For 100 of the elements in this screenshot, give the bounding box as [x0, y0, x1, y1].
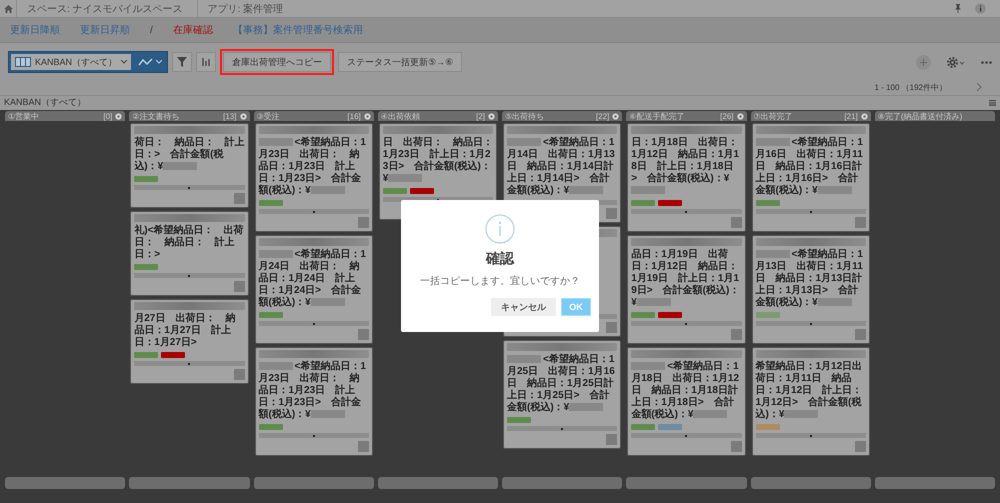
thumbnail-placeholder — [234, 369, 244, 380]
thumbnail-placeholder — [358, 217, 369, 228]
kanban-title: KANBAN（すべて） — [4, 96, 88, 109]
blurred-text — [258, 362, 292, 370]
card-text: <希望納品日：1月18日 出荷日：1月12日 納品日：1月18日計上日：1月18日> 合計金額(税込)：¥ — [631, 361, 740, 421]
card-text: 日：1月18日 出荷日：1月12日 納品日：1月18日 計上日：1月18日> 合計金額(税込)：¥ — [631, 137, 742, 197]
blurred-text — [756, 138, 790, 146]
grid-icon — [15, 57, 31, 67]
thumbnail-placeholder — [606, 322, 618, 333]
card-text: <希望納品日：1月14日 出荷日：1月13日 納品日：1月14日計上日：1月14日> 合計金額(税込)：¥ — [507, 137, 616, 197]
blurred-amount — [784, 410, 818, 418]
card-text: <希望納品日：1月23日 出荷日： 納品日：1月23日 計上日：1月23日> 合計金額(税込)：¥ — [258, 137, 367, 197]
card-text: 月27日 出荷日： 納品日：1月27日 計上日：1月27日> — [134, 313, 236, 349]
blurred-amount — [310, 298, 345, 306]
kanban-card[interactable]: <希望納品日：1月18日 出荷日：1月12日 納品日：1月18日計上日：1月18日> 合計金額(税込)：¥ — [627, 347, 746, 456]
blurred-text — [756, 250, 790, 258]
home-icon[interactable] — [4, 4, 12, 12]
thumbnail-placeholder — [606, 434, 618, 445]
blurred-text — [258, 138, 292, 146]
column-title: ③受注 — [256, 110, 281, 122]
kanban-card[interactable]: <希望納品日：1月16日 出荷日：1月11日 納品日：1月16日計上日：1月16日> 合計金額(税込)：¥ — [752, 123, 870, 232]
settings-icon[interactable] — [612, 112, 620, 120]
kanban-card[interactable]: <希望納品日：1月13日 出荷日：1月11日 納品日：1月13日計上日：1月13日> 合計金額(税込)：¥ — [752, 235, 870, 344]
kanban-card[interactable]: <希望納品日：1月23日 出荷日： 納品日：1月23日 計上日：1月23日> 合計金額(税込)：¥ — [254, 123, 373, 232]
pin-icon[interactable] — [955, 4, 961, 13]
toolbar-button[interactable]: ステータス一括更新⑤→⑥ — [338, 52, 462, 72]
next-page-icon[interactable] — [977, 83, 982, 91]
info-icon — [485, 214, 515, 244]
kanban-card[interactable]: <希望納品日：1月23日 出荷日： 納品日：1月23日 計上日：1月23日> 合計金額(税込)：¥ — [254, 347, 373, 456]
blurred-amount — [693, 410, 728, 418]
thumbnail-placeholder — [234, 193, 244, 204]
kanban-card[interactable]: 品日：1月19日 出荷日：1月12日 納品日：1月19日 計上日：1月19日> 合計金額(税込)：¥ — [627, 235, 746, 344]
kanban-card[interactable]: <希望納品日：1月24日 出荷日： 納品日：1月24日 計上日：1月24日> 合計金額(税込)：¥ — [254, 235, 373, 344]
settings-icon[interactable] — [736, 112, 744, 120]
line-chart-icon — [138, 58, 153, 66]
thumbnail-placeholder — [730, 217, 742, 228]
card-text: 希望納品日：1月12日出荷日：1月11日 納品日：1月12日 計上日：1月12日> 合計金額(税込)：¥ — [756, 361, 864, 421]
chart-button[interactable] — [196, 52, 216, 72]
view-link[interactable]: / — [150, 24, 153, 36]
card-count: [16] — [347, 112, 361, 120]
thumbnail-placeholder — [854, 329, 866, 340]
view-select[interactable]: KANBAN（すべて） — [11, 54, 131, 70]
card-text: <希望納品日：1月13日 出荷日：1月11日 納品日：1月13日計上日：1月13日> 合計金額(税込)：¥ — [756, 249, 864, 309]
column-title: ⑤出荷待ち — [505, 110, 546, 122]
blurred-amount — [636, 298, 671, 306]
thumbnail-placeholder — [854, 217, 866, 228]
column-title: ②注文書待ち — [132, 110, 180, 122]
dialog-message: 一括コピーします。宜しいですか？ — [420, 274, 580, 288]
settings-icon[interactable] — [488, 112, 495, 120]
thumbnail-placeholder — [606, 208, 618, 219]
kanban-card[interactable]: <希望納品日：1月25日 出荷日：1月16日 納品日：1月25日計上日：1月25日> 合計金額(税込)：¥ — [503, 340, 622, 449]
filter-icon — [177, 57, 187, 67]
settings-icon[interactable] — [115, 112, 122, 120]
settings-icon[interactable] — [364, 112, 371, 120]
thumbnail-placeholder — [358, 441, 369, 452]
card-count: [21] — [844, 112, 858, 120]
more-icon[interactable] — [981, 60, 992, 64]
thumbnail-placeholder — [730, 441, 742, 452]
card-text: <希望納品日：1月16日 出荷日：1月11日 納品日：1月16日計上日：1月16日> 合計金額(税込)：¥ — [756, 137, 864, 197]
card-text: <希望納品日：1月23日 出荷日： 納品日：1月23日 計上日：1月23日> 合計金額(税込)：¥ — [258, 361, 367, 421]
kanban-card[interactable]: 日：1月18日 出荷日：1月12日 納品日：1月18日 計上日：1月18日> 合計金額(税込)：¥ — [627, 123, 746, 232]
card-text: <希望納品日：1月24日 出荷日： 納品日：1月24日 計上日：1月24日> 合計金額(税込)：¥ — [258, 249, 367, 309]
blurred-text — [258, 250, 292, 258]
cancel-button[interactable]: キャンセル — [491, 298, 556, 316]
blurred-amount — [163, 162, 198, 170]
settings-icon[interactable] — [947, 56, 965, 68]
plus-icon — [920, 58, 927, 66]
column-title: ⑦出荷完了 — [754, 110, 794, 122]
list-icon[interactable] — [989, 100, 996, 106]
card-text: 礼)<希望納品日： 出荷日： 納品日： 計上日：> — [134, 225, 244, 261]
filter-button[interactable] — [172, 52, 192, 72]
kanban-card[interactable]: 荷日： 納品日： 計上日：> 合計金額(税込)：¥ — [130, 123, 248, 208]
column-title: ①営業中 — [8, 110, 40, 122]
blurred-amount — [818, 186, 852, 194]
column-title: ⑥配送手配完了 — [629, 110, 686, 122]
copy-button[interactable]: 倉庫出荷管理へコピー — [223, 52, 331, 72]
breadcrumb-link[interactable]: スペース: ナイスモバイルスペース — [16, 0, 197, 17]
thumbnail-placeholder — [854, 441, 866, 452]
card-text: 荷日： 納品日： 計上日：> 合計金額(税込)：¥ — [134, 137, 244, 173]
card-count: [0] — [103, 112, 112, 120]
column-title: ⑧完了(納品書送付済み) — [878, 110, 964, 122]
card-count: [2] — [476, 112, 485, 120]
blurred-amount — [569, 186, 604, 194]
breadcrumb-link[interactable]: アプリ: 案件管理 — [196, 0, 298, 17]
card-text: <希望納品日：1月25日 出荷日：1月16日 納品日：1月25日計上日：1月25日> 合計金額(税込)：¥ — [507, 354, 616, 414]
card-count: [22] — [596, 112, 610, 120]
caret-icon — [121, 60, 127, 64]
settings-icon[interactable] — [240, 112, 246, 120]
blurred-text — [631, 362, 666, 370]
kanban-card[interactable]: 月27日 出荷日： 納品日：1月27日 計上日：1月27日> — [130, 299, 248, 384]
add-button[interactable] — [916, 54, 931, 70]
record-range: 1 - 100 （192件中） — [874, 82, 947, 92]
settings-icon[interactable] — [860, 112, 868, 120]
card-text: 品日：1月19日 出荷日：1月12日 納品日：1月19日 計上日：1月19日> 合計金額(税込)：¥ — [631, 249, 740, 309]
kanban-card[interactable]: 礼)<希望納品日： 出荷日： 納品日： 計上日：> — [130, 211, 248, 296]
info-icon[interactable] — [975, 3, 986, 14]
blurred-amount — [818, 298, 852, 306]
thumbnail-placeholder — [358, 329, 369, 340]
card-text: 日 出荷日： 納品日：1月23日 計上日：1月23日> 合計金額(税込)：¥ — [382, 137, 493, 185]
kanban-card[interactable]: 希望納品日：1月12日出荷日：1月11日 納品日：1月12日 計上日：1月12日> 合計金額(税込)：¥ — [752, 347, 870, 456]
